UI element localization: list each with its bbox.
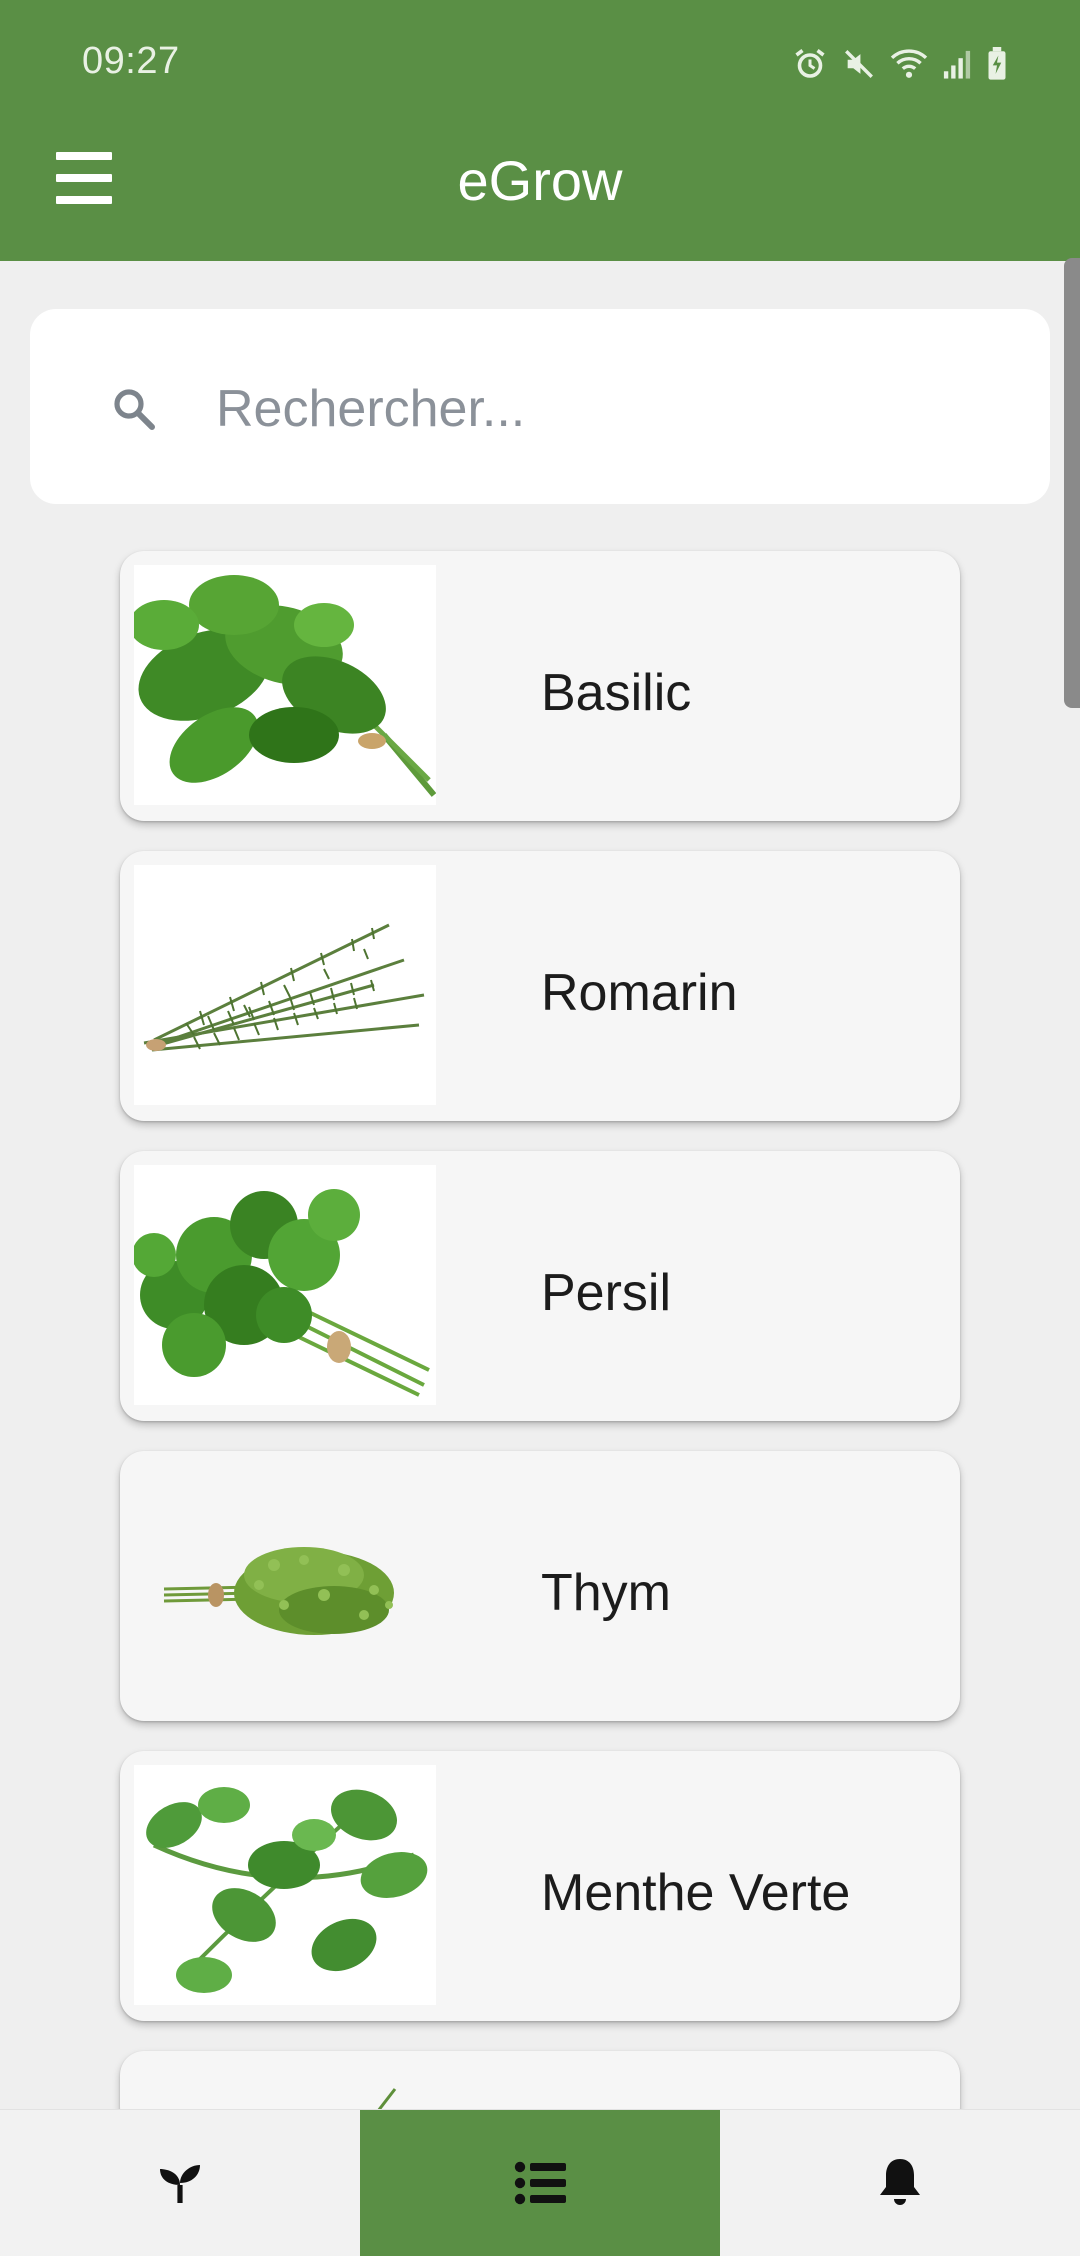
plant-list: Basilic Romarin Persil Thym Menthe Verte xyxy=(120,551,960,2161)
plant-card-thym[interactable]: Thym xyxy=(120,1451,960,1721)
search-input[interactable] xyxy=(216,369,996,449)
battery-charging-icon xyxy=(986,47,1008,81)
plant-card-menthe-verte[interactable]: Menthe Verte xyxy=(120,1751,960,2021)
status-time: 09:27 xyxy=(82,40,180,82)
nav-plants[interactable] xyxy=(0,2110,360,2256)
wifi-icon xyxy=(890,47,928,81)
plant-name: Basilic xyxy=(541,664,692,722)
basil-image xyxy=(134,565,436,805)
plant-name: Romarin xyxy=(541,964,738,1022)
nav-list[interactable] xyxy=(360,2110,720,2256)
plant-card-basilic[interactable]: Basilic xyxy=(120,551,960,821)
status-icons xyxy=(792,44,1008,84)
bottom-nav xyxy=(0,2109,1080,2256)
search-icon xyxy=(110,385,158,433)
parsley-image xyxy=(134,1165,436,1405)
bell-icon xyxy=(878,2157,922,2209)
plant-card-persil[interactable]: Persil xyxy=(120,1151,960,1421)
scrollbar[interactable] xyxy=(1064,258,1080,708)
plant-card-romarin[interactable]: Romarin xyxy=(120,851,960,1121)
app-bar: 09:27 eGrow xyxy=(0,0,1080,261)
search-bar[interactable] xyxy=(30,309,1050,504)
mute-icon xyxy=(842,47,876,81)
plant-name: Thym xyxy=(541,1564,671,1622)
signal-icon xyxy=(942,48,972,80)
nav-notifications[interactable] xyxy=(720,2110,1080,2256)
mint-image xyxy=(134,1765,436,2005)
plant-name: Persil xyxy=(541,1264,672,1322)
seedling-icon xyxy=(155,2159,205,2207)
list-icon xyxy=(514,2161,566,2205)
plant-name: Menthe Verte xyxy=(541,1864,851,1922)
thyme-image xyxy=(134,1465,436,1705)
rosemary-image xyxy=(134,865,436,1105)
alarm-icon xyxy=(792,46,828,82)
app-title: eGrow xyxy=(457,149,623,212)
